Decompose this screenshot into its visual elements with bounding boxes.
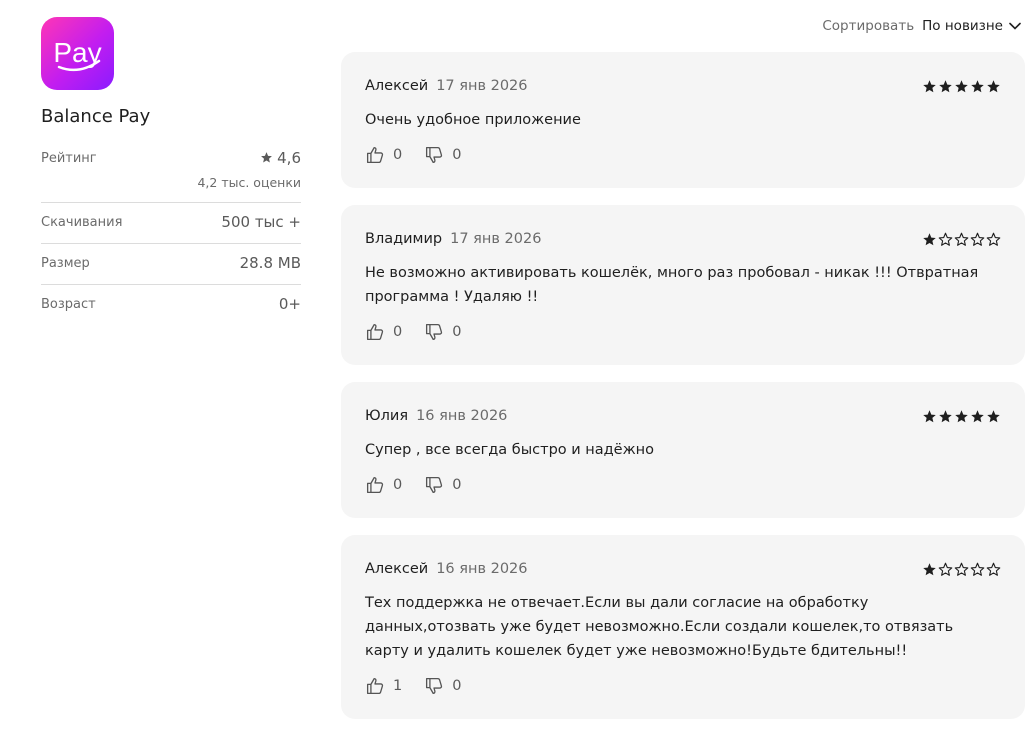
chevron-down-icon: [1009, 22, 1021, 30]
review-rating: [922, 562, 1001, 577]
star-filled-icon: [971, 409, 984, 422]
size-value: 28.8 MB: [239, 254, 301, 272]
thumbs-down-icon: [426, 323, 443, 341]
review-date: 16 янв 2026: [436, 561, 528, 577]
star-filled-icon: [987, 409, 1000, 422]
like-count: 0: [393, 147, 403, 163]
dislike-count: 0: [452, 477, 462, 493]
downloads-row: Скачивания 500 тыс +: [41, 213, 301, 244]
thumbs-up-icon: [366, 677, 384, 695]
review-text: Тех поддержка не отвечает.Если вы дали с…: [365, 595, 954, 659]
star-filled-icon: [971, 79, 984, 92]
like-count: 0: [393, 477, 403, 493]
star-empty-icon: [938, 562, 953, 576]
rating-label: Рейтинг: [41, 151, 97, 166]
review-author: Алексей: [365, 78, 429, 94]
app-sidebar: Pay Balance Pay Рейтинг 4,6 4,2 тыс. оце…: [41, 17, 301, 335]
thumbs-down-icon: [426, 677, 443, 695]
review-rating: [922, 409, 1001, 424]
age-value: 0+: [278, 295, 301, 313]
star-icon: [261, 152, 273, 163]
review-date: 16 янв 2026: [416, 408, 508, 424]
review-author: Владимир: [365, 231, 443, 247]
review-card: Алексей 16 янв 2026 Тех поддержка не отв…: [341, 535, 1025, 719]
thumbs-up-icon: [366, 146, 384, 164]
review-text: Очень удобное приложение: [365, 112, 581, 128]
dislike-count: 0: [452, 324, 462, 340]
like-count: 1: [393, 678, 403, 694]
star-empty-icon: [938, 232, 953, 246]
dislike-button[interactable]: 0: [424, 146, 461, 164]
rating-number: 4,6: [277, 149, 301, 167]
age-label: Возраст: [41, 297, 96, 312]
sort-label: Сортировать: [822, 18, 915, 34]
sort-control: Сортировать По новизне: [822, 18, 1021, 34]
dislike-button[interactable]: 0: [424, 476, 461, 494]
review-date: 17 янв 2026: [436, 78, 528, 94]
app-info: Рейтинг 4,6 4,2 тыс. оценки Скачивания 5…: [41, 149, 301, 325]
thumbs-down-icon: [426, 146, 443, 164]
star-empty-icon: [970, 232, 985, 246]
age-row: Возраст 0+: [41, 295, 301, 325]
review-text: Не возможно активировать кошелёк, много …: [365, 265, 979, 305]
rating-count: 4,2 тыс. оценки: [197, 175, 301, 190]
sort-dropdown[interactable]: По новизне: [922, 18, 1021, 34]
star-filled-icon: [939, 409, 952, 422]
review-card: Юлия 16 янв 2026 Супер , все всегда быст…: [341, 382, 1025, 518]
star-empty-icon: [954, 232, 969, 246]
star-filled-icon: [923, 232, 936, 245]
thumbs-down-icon: [426, 476, 443, 494]
like-button[interactable]: 0: [365, 323, 402, 341]
like-count: 0: [393, 324, 403, 340]
review-author: Юлия: [365, 408, 409, 424]
dislike-button[interactable]: 0: [424, 323, 461, 341]
rating-row: Рейтинг 4,6 4,2 тыс. оценки: [41, 149, 301, 203]
star-filled-icon: [955, 409, 968, 422]
review-rating: [922, 232, 1001, 247]
thumbs-up-icon: [366, 476, 384, 494]
review-card: Алексей 17 янв 2026 Очень удобное прилож…: [341, 52, 1025, 188]
star-empty-icon: [970, 562, 985, 576]
star-filled-icon: [939, 79, 952, 92]
star-filled-icon: [955, 79, 968, 92]
downloads-value: 500 тыс +: [221, 213, 301, 231]
like-button[interactable]: 0: [365, 146, 402, 164]
star-filled-icon: [987, 79, 1000, 92]
rating-value: 4,6: [197, 149, 301, 167]
star-empty-icon: [986, 232, 1001, 246]
star-filled-icon: [923, 79, 936, 92]
dislike-count: 0: [452, 147, 462, 163]
dislike-count: 0: [452, 678, 462, 694]
review-card: Владимир 17 янв 2026 Не возможно активир…: [341, 205, 1025, 365]
star-filled-icon: [923, 409, 936, 422]
downloads-label: Скачивания: [41, 215, 123, 230]
like-button[interactable]: 0: [365, 476, 402, 494]
app-icon: Pay: [41, 17, 114, 90]
review-author: Алексей: [365, 561, 429, 577]
like-button[interactable]: 1: [365, 677, 402, 695]
size-label: Размер: [41, 256, 90, 271]
star-filled-icon: [923, 562, 936, 575]
review-date: 17 янв 2026: [450, 231, 542, 247]
dislike-button[interactable]: 0: [424, 677, 461, 695]
review-rating: [922, 79, 1001, 94]
size-row: Размер 28.8 MB: [41, 254, 301, 285]
thumbs-up-icon: [366, 323, 384, 341]
app-name: Balance Pay: [41, 106, 151, 127]
star-empty-icon: [986, 562, 1001, 576]
sort-value-text: По новизне: [922, 18, 1003, 34]
review-text: Супер , все всегда быстро и надёжно: [365, 442, 655, 458]
reviews-list: Алексей 17 янв 2026 Очень удобное прилож…: [341, 52, 1025, 736]
star-empty-icon: [954, 562, 969, 576]
